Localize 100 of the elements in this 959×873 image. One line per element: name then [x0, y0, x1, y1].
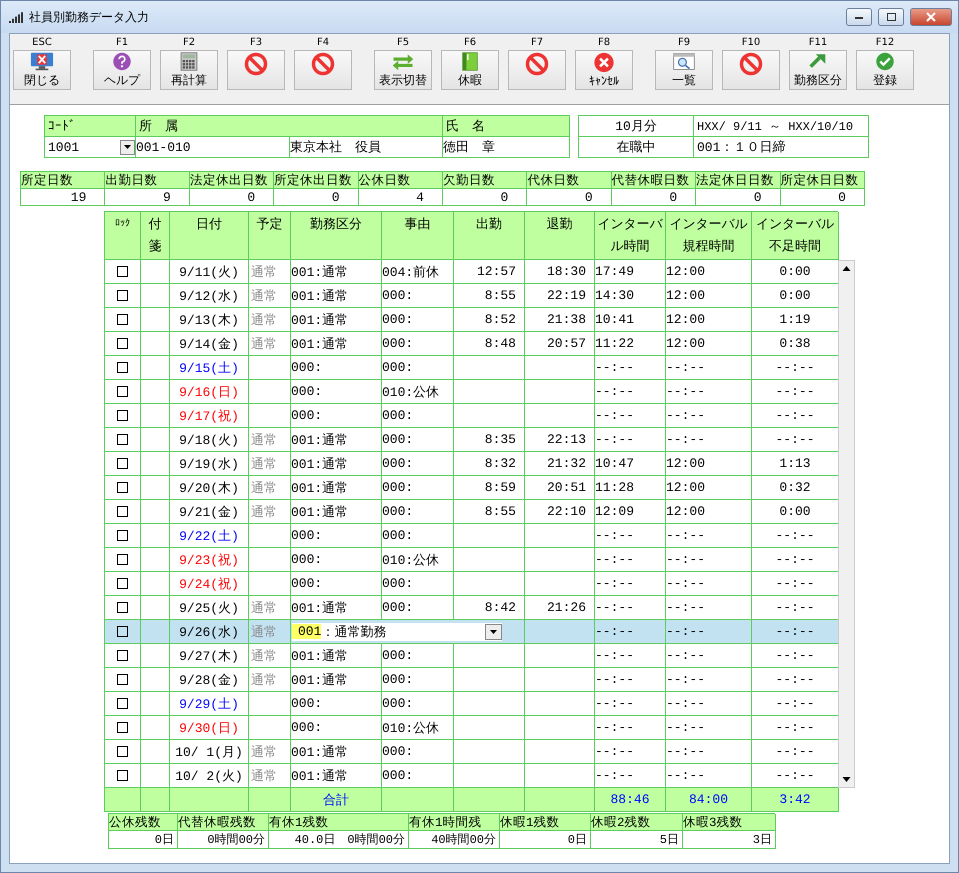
table-row[interactable]: 10/ 1(月) 通常 001:通常 000: --:-- --:-- --:--: [105, 740, 838, 764]
table-cell-text: 4: [415, 190, 424, 204]
signal-bars-icon: [9, 11, 23, 23]
close-button[interactable]: [910, 8, 952, 26]
toolbar-button[interactable]: 閉じる: [13, 50, 71, 90]
minimize-button[interactable]: [846, 8, 872, 26]
maximize-button[interactable]: [878, 8, 904, 26]
table-row[interactable]: 10/ 2(火) 通常 001:通常 000: --:-- --:-- --:--: [105, 764, 838, 788]
checkbox[interactable]: [117, 362, 128, 373]
table-cell: --:--: [595, 768, 634, 783]
table-cell-text: 001:通常: [291, 504, 348, 520]
toolbar-button[interactable]: [227, 50, 285, 90]
table-row[interactable]: 9/29(土) 000: 000: --:-- --:-- --:--: [105, 692, 838, 716]
toolbar-button[interactable]: ヘルプ: [93, 50, 151, 90]
checkbox[interactable]: [117, 386, 128, 397]
table-cell: 22:13: [546, 432, 586, 447]
date-cell-text: 9/19(水): [179, 456, 239, 472]
table-row[interactable]: 9/21(金) 通常 001:通常 000: 8:55 22:10 12:09 12:00 0:00: [105, 500, 838, 524]
checkbox[interactable]: [117, 698, 128, 709]
checkbox[interactable]: [117, 674, 128, 685]
toolbar-button[interactable]: 休暇: [441, 50, 499, 90]
checkbox[interactable]: [117, 410, 128, 421]
table-row[interactable]: 9/26(水) 通常 001：通常勤務 --:-- --:-- --:--: [105, 620, 838, 644]
work-type-combo-box[interactable]: 001：通常勤務: [292, 622, 502, 640]
column-header: 所定休日日数: [780, 172, 865, 189]
date-cell-text: 9/23(祝): [179, 552, 239, 568]
table-cell-text: 0: [500, 190, 508, 204]
checkbox[interactable]: [117, 602, 128, 613]
column-header: 代替休暇日数: [612, 172, 696, 189]
table-cell-text: 通常: [251, 480, 277, 496]
toolbar-button[interactable]: 一覧: [655, 50, 713, 90]
table-row[interactable]: 9/16(日) 000: 010:公休 --:-- --:-- --:--: [105, 380, 838, 404]
table-cell-text: 通常: [251, 504, 277, 520]
table-cell: --:--: [595, 624, 634, 639]
column-header: 所定日数: [21, 172, 106, 189]
scrollbar[interactable]: [838, 260, 855, 788]
checkbox[interactable]: [117, 482, 128, 493]
table-row[interactable]: 9/19(水) 通常 001:通常 000: 8:32 21:32 10:47 12:00 1:13: [105, 452, 838, 476]
table-cell: --:--: [666, 720, 706, 735]
toolbar-button[interactable]: ｷｬﾝｾﾙ: [575, 50, 633, 90]
checkbox[interactable]: [117, 626, 128, 637]
table-cell: 000:: [291, 576, 322, 591]
table-cell: 12:00: [666, 336, 706, 351]
checkbox[interactable]: [117, 458, 128, 469]
checkbox[interactable]: [117, 722, 128, 733]
toolbar-button[interactable]: 勤務区分: [789, 50, 847, 90]
table-row[interactable]: 9/15(土) 000: 000: --:-- --:-- --:--: [105, 356, 838, 380]
checkbox[interactable]: [117, 266, 128, 277]
checkbox[interactable]: [117, 338, 128, 349]
date-cell-text: 9/21(金): [179, 504, 239, 520]
table-row[interactable]: 9/13(木) 通常 001:通常 000: 8:52 21:38 10:41 12:00 1:19: [105, 308, 838, 332]
checkbox[interactable]: [117, 578, 128, 589]
checkbox[interactable]: [117, 770, 128, 781]
table-row[interactable]: 9/30(日) 000: 010:公休 --:-- --:-- --:--: [105, 716, 838, 740]
table-row[interactable]: 9/22(土) 000: 000: --:-- --:-- --:--: [105, 524, 838, 548]
toolbar-button[interactable]: 表示切替: [374, 50, 432, 90]
table-row[interactable]: 9/12(水) 通常 001:通常 000: 8:55 22:19 14:30 12:00 0:00: [105, 284, 838, 308]
table-cell-text: 001:通常: [291, 600, 348, 616]
checkbox[interactable]: [117, 506, 128, 517]
table-cell: --:--: [775, 552, 814, 567]
table-cell-text: 在職中: [616, 139, 656, 156]
toolbar-button[interactable]: [294, 50, 352, 90]
toolbar-button[interactable]: 再計算: [160, 50, 218, 90]
table-cell: --:--: [666, 576, 706, 591]
table-cell-text: 通常: [251, 648, 277, 664]
checkbox[interactable]: [117, 434, 128, 445]
toolbar-button[interactable]: [722, 50, 780, 90]
table-cell: 000:: [382, 456, 414, 471]
date-cell-text: 10/ 2(火): [175, 768, 243, 784]
table-cell-text: 001:通常: [291, 336, 348, 352]
function-key-label: F12: [876, 36, 894, 50]
table-row[interactable]: 9/27(木) 通常 001:通常 000: --:-- --:-- --:--: [105, 644, 838, 668]
table-row[interactable]: 9/14(金) 通常 001:通常 000: 8:48 20:57 11:22 12:00 0:38: [105, 332, 838, 356]
checkbox[interactable]: [117, 530, 128, 541]
checkbox[interactable]: [117, 554, 128, 565]
table-row[interactable]: 9/11(火) 通常 001:通常 004:前休 12:57 18:30 17:49 12:00 0:00: [105, 260, 838, 284]
table-row[interactable]: 9/25(火) 通常 001:通常 000: 8:42 21:26 --:-- --:-- --:--: [105, 596, 838, 620]
table-row[interactable]: 9/17(祝) 000: 000: --:-- --:-- --:--: [105, 404, 838, 428]
table-row[interactable]: 9/28(金) 通常 001:通常 000: --:-- --:-- --:--: [105, 668, 838, 692]
toolbar-button[interactable]: 登録: [856, 50, 914, 90]
column-header: 所定休出日数: [274, 172, 359, 189]
checkbox[interactable]: [117, 650, 128, 661]
date-cell-text: 9/29(土): [179, 696, 239, 712]
table-row[interactable]: 9/20(木) 通常 001:通常 000: 8:59 20:51 11:28 12:00 0:32: [105, 476, 838, 500]
checkbox[interactable]: [117, 290, 128, 301]
code-dropdown[interactable]: 1001: [45, 137, 136, 158]
table-cell-text: 40.0日 0時間00分: [294, 832, 405, 848]
date-cell-text: 9/13(木): [179, 312, 239, 328]
checkbox[interactable]: [117, 314, 128, 325]
column-header: 休暇2残数: [591, 814, 683, 831]
table-cell: 001-010: [136, 140, 191, 154]
checkbox[interactable]: [117, 746, 128, 757]
toolbar-button[interactable]: [508, 50, 566, 90]
table-row[interactable]: 9/23(祝) 000: 010:公休 --:-- --:-- --:--: [105, 548, 838, 572]
total-cell: 3:42: [779, 792, 811, 807]
date-cell-text: 9/15(土): [179, 360, 239, 376]
table-row[interactable]: 9/18(火) 通常 001:通常 000: 8:35 22:13 --:-- --:-- --:--: [105, 428, 838, 452]
prohibited-icon: [244, 52, 268, 76]
table-row[interactable]: 9/24(祝) 000: 000: --:-- --:-- --:--: [105, 572, 838, 596]
table-cell: 12:00: [666, 312, 706, 327]
